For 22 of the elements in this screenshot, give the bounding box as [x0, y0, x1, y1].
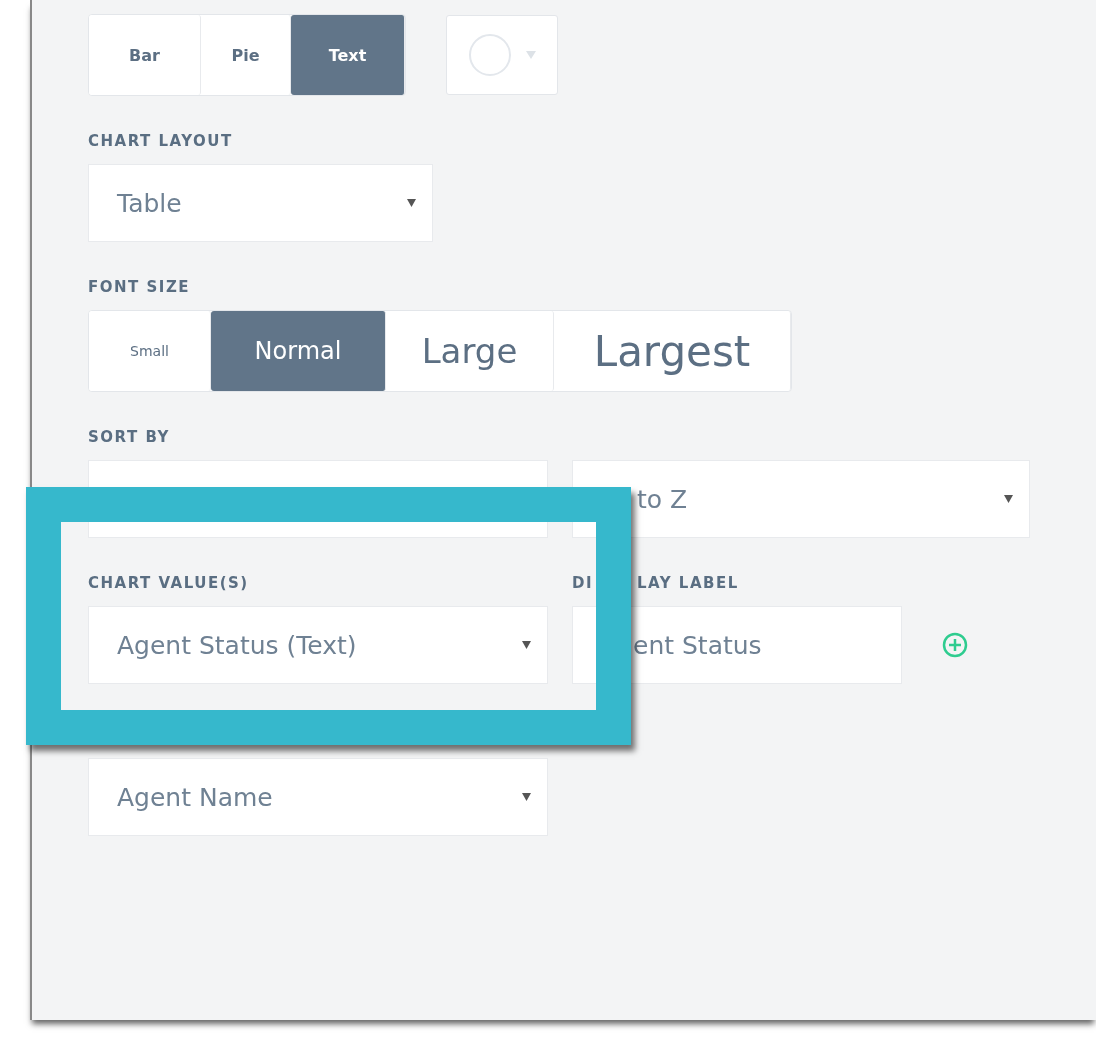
sort-order-select[interactable]: to Z: [572, 460, 1030, 538]
font-size-button[interactable]: Small: [89, 311, 211, 391]
field-label: FONT SIZE: [88, 278, 191, 296]
chart-value-select[interactable]: Agent Status (Text): [88, 606, 548, 684]
field-label: CHART VALUE(S): [88, 574, 250, 592]
chart-type-button[interactable]: Text: [291, 15, 405, 95]
field-label: DI: [572, 574, 594, 592]
group-by-select[interactable]: Agent Name: [88, 758, 548, 836]
color-picker[interactable]: [446, 15, 558, 95]
caret-icon: [522, 641, 531, 649]
font-size-button[interactable]: Normal: [211, 311, 386, 391]
field-label: SORT BY: [88, 428, 171, 446]
field-label: CHART LAYOUT: [88, 132, 234, 150]
add-icon[interactable]: [942, 632, 968, 658]
field-label: LAY LABEL: [637, 574, 739, 592]
caret-icon: [522, 793, 531, 801]
caret-icon: [526, 51, 536, 59]
caret-icon: [1004, 495, 1013, 503]
color-swatch-icon: [468, 33, 512, 77]
caret-icon: [407, 199, 416, 207]
chart-type-button[interactable]: Bar: [89, 15, 201, 95]
chart-layout-select[interactable]: Table: [88, 164, 433, 242]
